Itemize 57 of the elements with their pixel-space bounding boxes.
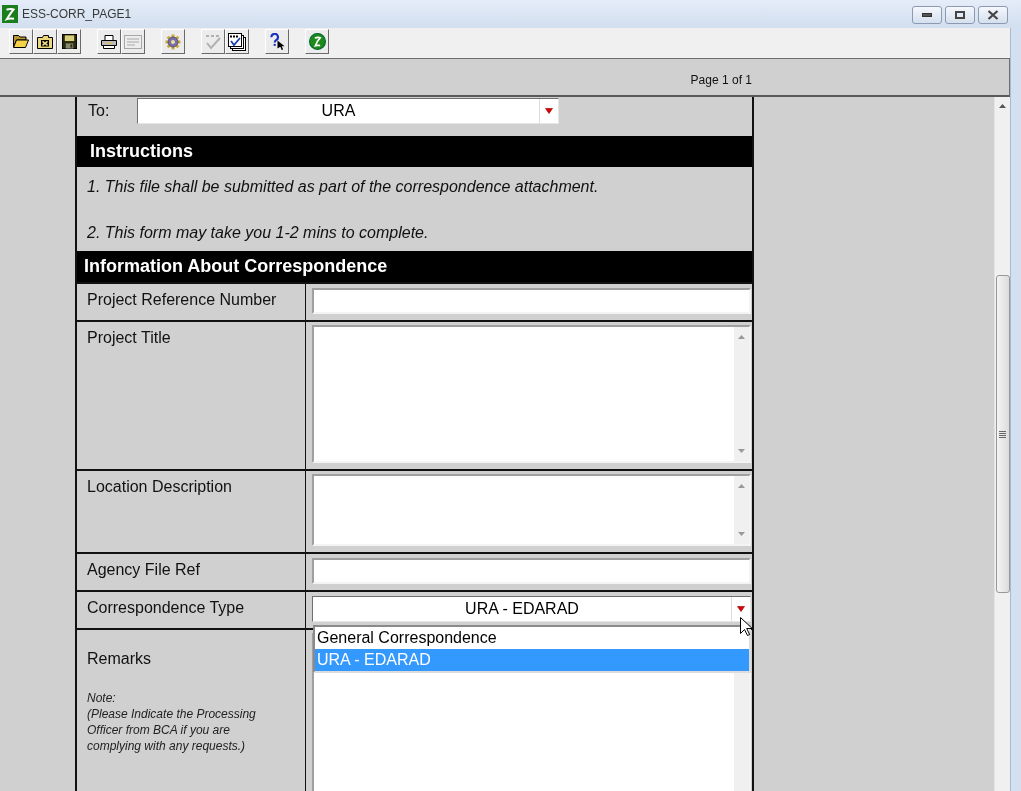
printer-icon: [101, 34, 117, 49]
field-label: Remarks: [87, 650, 152, 668]
spell-check-pages-icon: [228, 32, 246, 51]
folder-x-icon: [37, 34, 53, 49]
toolbar-button[interactable]: [97, 29, 121, 54]
help-pointer-icon: [269, 33, 285, 50]
maximize-icon: [955, 11, 965, 19]
instruction-text: 1. This file shall be submitted as part of the correspondence attachment.: [87, 177, 600, 197]
minimize-button[interactable]: [912, 6, 942, 24]
toolbar-button[interactable]: [161, 29, 185, 54]
close-icon: [987, 10, 999, 20]
down-arrow-icon: [738, 449, 745, 453]
toolbar-button[interactable]: [225, 29, 249, 54]
minimize-icon: [922, 13, 932, 17]
window-title: ESS-CORR_PAGE1: [22, 7, 133, 21]
dropdown-field[interactable]: URA - EDARAD: [312, 596, 751, 622]
caret-icon: [545, 108, 553, 114]
toolbar-button[interactable]: [57, 29, 81, 54]
field-label: Agency File Ref: [87, 561, 201, 579]
round-logo-icon: [308, 33, 326, 50]
up-arrow-icon: [738, 335, 745, 339]
close-button[interactable]: [978, 6, 1008, 24]
spell-check-icon: [205, 33, 221, 50]
maximize-button[interactable]: [945, 6, 975, 24]
caret-icon: [737, 606, 745, 612]
textarea-scrollbar[interactable]: [734, 327, 749, 461]
app-logo-icon: [2, 5, 18, 23]
scrollbar-thumb[interactable]: [995, 275, 1010, 593]
toolbar-button[interactable]: [9, 29, 33, 54]
field-label: Project Reference Number: [87, 291, 278, 309]
field-label: Correspondence Type: [87, 599, 246, 617]
up-arrow-icon: [999, 103, 1006, 108]
input-field[interactable]: [312, 288, 751, 314]
field-label: Location Description: [87, 478, 233, 496]
toolbar-button[interactable]: [305, 29, 329, 54]
toolbar-button[interactable]: [33, 29, 57, 54]
remarks-note: Note: (Please Indicate the Processing Officer from BCA if you are complying with any requests.): [87, 690, 257, 754]
field-label: Project Title: [87, 329, 172, 347]
input-field[interactable]: [312, 558, 751, 584]
textarea-scrollbar[interactable]: [734, 476, 749, 544]
page-indicator: Page 1 of 1: [690, 72, 752, 87]
gear-icon: [165, 33, 181, 50]
document-icon: [124, 34, 142, 49]
save-icon: [61, 34, 77, 49]
instruction-text: 2. This form may take you 1-2 mins to complete.: [87, 223, 430, 243]
up-arrow-icon: [738, 484, 745, 488]
open-folder-icon: [13, 35, 29, 48]
down-arrow-icon: [738, 532, 745, 536]
section-heading: Instructions: [77, 136, 752, 167]
text-area[interactable]: [312, 474, 751, 546]
section-heading: Information About Correspondence: [77, 251, 752, 282]
toolbar-button[interactable]: [265, 29, 289, 54]
vertical-scrollbar[interactable]: [994, 97, 1010, 791]
dropdown-option[interactable]: General Correspondence: [315, 627, 749, 649]
grip-icon: [999, 430, 1006, 438]
dropdown-field[interactable]: URA: [137, 98, 559, 124]
field-label: To:: [88, 101, 111, 121]
